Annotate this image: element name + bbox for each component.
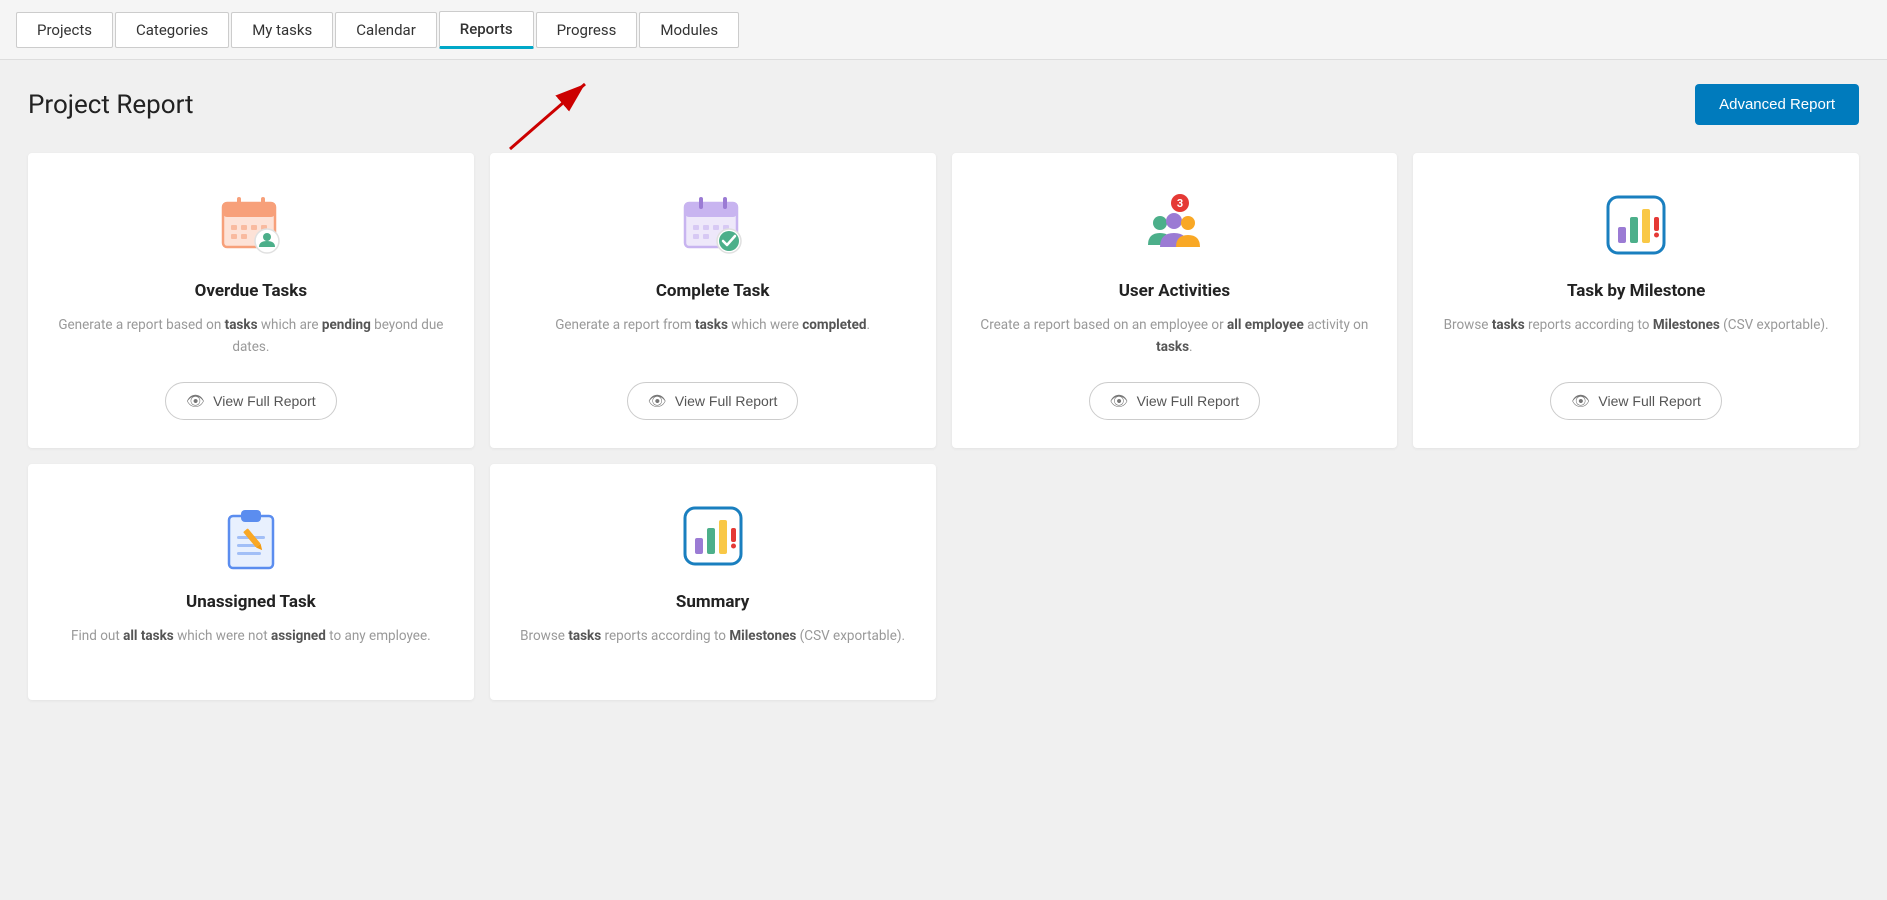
task-by-milestone-desc: Browse tasks reports according to Milest… xyxy=(1444,315,1829,358)
card-complete-task: Complete Task Generate a report from tas… xyxy=(490,153,936,448)
unassigned-task-desc: Find out all tasks which were not assign… xyxy=(71,626,431,648)
top-navigation: Projects Categories My tasks Calendar Re… xyxy=(0,0,1887,60)
overdue-tasks-title: Overdue Tasks xyxy=(195,281,307,301)
unassigned-task-icon xyxy=(211,496,291,576)
eye-icon: 👁 xyxy=(1571,392,1590,410)
tab-calendar[interactable]: Calendar xyxy=(335,12,437,48)
tab-modules[interactable]: Modules xyxy=(639,12,739,48)
page-content: Project Report Advanced Report xyxy=(0,60,1887,724)
card-unassigned-task: Unassigned Task Find out all tasks which… xyxy=(28,464,474,700)
user-activities-icon: 3 xyxy=(1134,185,1214,265)
user-activities-desc: Create a report based on an employee or … xyxy=(976,315,1374,358)
card-task-by-milestone: Task by Milestone Browse tasks reports a… xyxy=(1413,153,1859,448)
empty-card-3 xyxy=(952,464,1398,700)
task-by-milestone-icon xyxy=(1596,185,1676,265)
page-header: Project Report Advanced Report xyxy=(28,84,1859,125)
summary-desc: Browse tasks reports according to Milest… xyxy=(520,626,905,648)
svg-text:3: 3 xyxy=(1177,197,1183,210)
complete-task-desc: Generate a report from tasks which were … xyxy=(555,315,870,358)
overdue-tasks-desc: Generate a report based on tasks which a… xyxy=(52,315,450,358)
tab-projects[interactable]: Projects xyxy=(16,12,113,48)
tab-my-tasks[interactable]: My tasks xyxy=(231,12,333,48)
tab-progress[interactable]: Progress xyxy=(536,12,638,48)
bottom-cards-grid: Unassigned Task Find out all tasks which… xyxy=(28,464,1859,700)
eye-icon: 👁 xyxy=(648,392,667,410)
advanced-report-button[interactable]: Advanced Report xyxy=(1695,84,1859,125)
card-summary: Summary Browse tasks reports according t… xyxy=(490,464,936,700)
overdue-tasks-view-report-button[interactable]: 👁 View Full Report xyxy=(165,382,337,420)
task-by-milestone-view-report-button[interactable]: 👁 View Full Report xyxy=(1550,382,1722,420)
eye-icon: 👁 xyxy=(186,392,205,410)
summary-icon xyxy=(673,496,753,576)
user-activities-title: User Activities xyxy=(1119,281,1230,301)
task-by-milestone-title: Task by Milestone xyxy=(1567,281,1705,301)
unassigned-task-title: Unassigned Task xyxy=(186,592,316,612)
user-activities-view-report-button[interactable]: 👁 View Full Report xyxy=(1089,382,1261,420)
empty-card-4 xyxy=(1413,464,1859,700)
complete-task-icon xyxy=(673,185,753,265)
overdue-tasks-icon xyxy=(211,185,291,265)
complete-task-view-report-button[interactable]: 👁 View Full Report xyxy=(627,382,799,420)
complete-task-title: Complete Task xyxy=(656,281,770,301)
summary-title: Summary xyxy=(676,592,749,612)
tab-reports[interactable]: Reports xyxy=(439,11,534,49)
card-overdue-tasks: Overdue Tasks Generate a report based on… xyxy=(28,153,474,448)
tab-categories[interactable]: Categories xyxy=(115,12,229,48)
page-title: Project Report xyxy=(28,90,194,120)
top-cards-grid: Overdue Tasks Generate a report based on… xyxy=(28,153,1859,448)
eye-icon: 👁 xyxy=(1110,392,1129,410)
card-user-activities: 3 User Activities Create a report based … xyxy=(952,153,1398,448)
